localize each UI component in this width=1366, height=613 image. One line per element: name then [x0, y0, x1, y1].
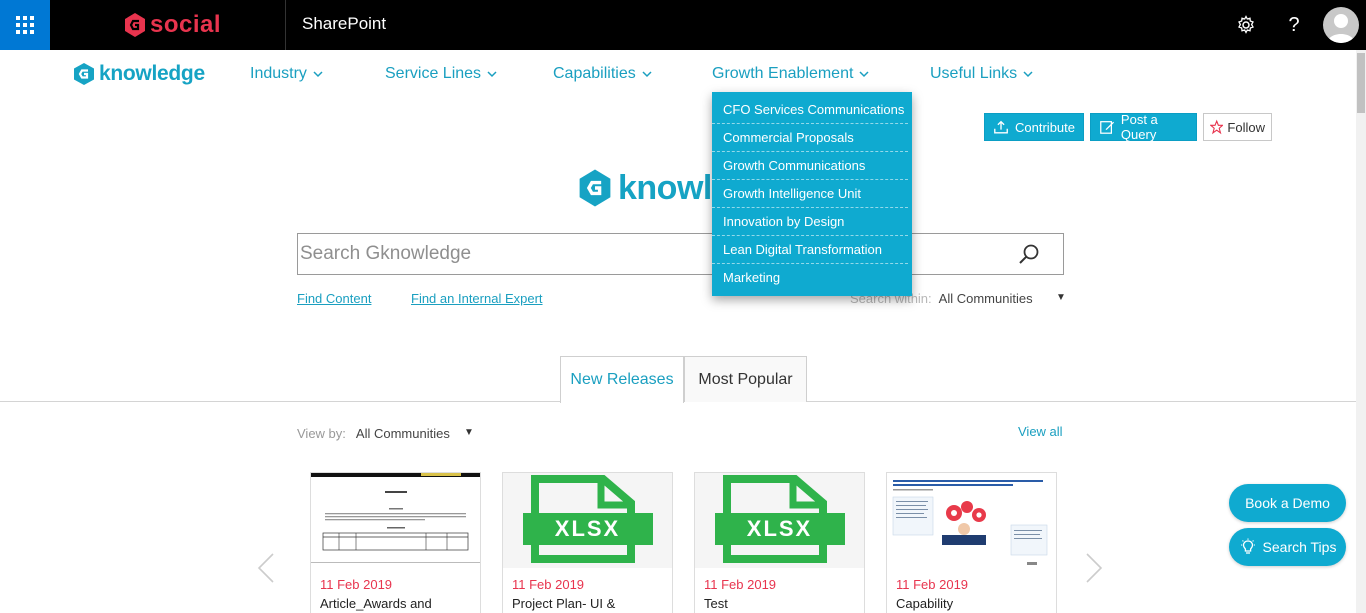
- card-date: 11 Feb 2019: [704, 577, 777, 592]
- tab-label: New Releases: [570, 371, 674, 388]
- upload-icon: [994, 120, 1008, 134]
- page-scrollbar[interactable]: [1356, 50, 1366, 613]
- contribute-button[interactable]: Contribute: [984, 113, 1084, 141]
- follow-button[interactable]: Follow: [1203, 113, 1272, 141]
- help-icon[interactable]: ?: [1282, 13, 1306, 37]
- nav-item-useful-links[interactable]: Useful Links: [930, 65, 1033, 83]
- content-card[interactable]: XLSX 11 Feb 2019 Test: [694, 472, 865, 613]
- search-icon[interactable]: [1017, 243, 1041, 267]
- card-title[interactable]: Capability: [896, 596, 953, 611]
- view-by-value: All Communities: [355, 426, 450, 441]
- edit-icon: [1100, 121, 1115, 134]
- nav-item-label: Capabilities: [553, 65, 636, 82]
- document-thumbnail: [311, 473, 480, 568]
- card-date: 11 Feb 2019: [320, 577, 393, 592]
- knowledge-logo-icon: [579, 169, 611, 207]
- search-tips-label: Search Tips: [1262, 539, 1337, 555]
- post-query-button[interactable]: Post a Query: [1090, 112, 1197, 142]
- xlsx-label: XLSX: [554, 516, 621, 541]
- dropdown-item-innovation-by-design[interactable]: Innovation by Design: [712, 208, 908, 236]
- dropdown-item-marketing[interactable]: Marketing: [712, 264, 908, 292]
- search-box: [297, 233, 1064, 275]
- nav-item-label: Useful Links: [930, 65, 1018, 82]
- card-title[interactable]: Test: [704, 596, 728, 611]
- knowledge-logo-text: knowledge: [99, 62, 205, 85]
- view-by-select[interactable]: View by: All Communities: [297, 426, 450, 441]
- search-within-value: All Communities: [938, 291, 1033, 306]
- content-card[interactable]: XLSX 11 Feb 2019 Project Plan- UI &: [502, 472, 673, 613]
- tab-new-releases[interactable]: New Releases: [560, 356, 684, 403]
- social-logo[interactable]: social: [124, 10, 221, 40]
- book-demo-button[interactable]: Book a Demo: [1229, 484, 1346, 522]
- chevron-down-icon: [313, 71, 323, 78]
- caret-down-icon[interactable]: ▼: [1056, 292, 1066, 303]
- search-tips-button[interactable]: Search Tips: [1229, 528, 1346, 566]
- card-title[interactable]: Article_Awards and: [320, 596, 432, 611]
- dropdown-item-commercial-proposals[interactable]: Commercial Proposals: [712, 124, 908, 152]
- hero-logo: knowle: [578, 168, 731, 208]
- growth-enablement-dropdown: CFO Services Communications Commercial P…: [712, 92, 912, 296]
- follow-label: Follow: [1227, 119, 1265, 135]
- xlsx-file-icon: XLSX: [503, 473, 672, 568]
- view-all-link[interactable]: View all: [1018, 424, 1063, 439]
- find-expert-link[interactable]: Find an Internal Expert: [411, 291, 543, 306]
- card-title[interactable]: Project Plan- UI &: [512, 596, 615, 611]
- knowledge-logo-icon: [74, 63, 94, 85]
- card-date: 11 Feb 2019: [512, 577, 585, 592]
- dropdown-item-cfo-services[interactable]: CFO Services Communications: [712, 96, 908, 124]
- card-date: 11 Feb 2019: [896, 577, 969, 592]
- find-content-link[interactable]: Find Content: [297, 291, 371, 306]
- chevron-right-icon[interactable]: [1084, 552, 1104, 584]
- xlsx-file-icon: XLSX: [695, 473, 864, 568]
- chevron-left-icon[interactable]: [256, 552, 276, 584]
- infographic-thumbnail: [887, 473, 1056, 568]
- knowledge-logo[interactable]: knowledge: [73, 62, 205, 86]
- lightbulb-icon: [1240, 538, 1255, 554]
- content-card[interactable]: 11 Feb 2019 Article_Awards and: [310, 472, 481, 613]
- chevron-down-icon: [487, 71, 497, 78]
- tab-label: Most Popular: [698, 370, 793, 388]
- star-icon: [1210, 119, 1224, 135]
- chevron-down-icon: [642, 71, 652, 78]
- gear-icon[interactable]: [1234, 13, 1258, 37]
- social-logo-icon: [125, 13, 145, 37]
- social-brand-text: social: [150, 11, 222, 38]
- nav-item-capabilities[interactable]: Capabilities: [553, 65, 652, 83]
- book-demo-label: Book a Demo: [1245, 495, 1330, 511]
- dropdown-item-growth-communications[interactable]: Growth Communications: [712, 152, 908, 180]
- scrollbar-thumb[interactable]: [1357, 53, 1365, 113]
- contribute-label: Contribute: [1015, 119, 1075, 135]
- content-card[interactable]: 11 Feb 2019 Capability: [886, 472, 1057, 613]
- view-by-label: View by:: [297, 426, 346, 441]
- chevron-down-icon: [859, 71, 869, 78]
- nav-item-service-lines[interactable]: Service Lines: [385, 65, 497, 83]
- app-title[interactable]: SharePoint: [302, 14, 386, 34]
- xlsx-label: XLSX: [746, 516, 813, 541]
- tab-most-popular[interactable]: Most Popular: [684, 356, 807, 402]
- chevron-down-icon: [1023, 71, 1033, 78]
- waffle-icon[interactable]: [0, 0, 50, 50]
- dropdown-item-growth-intelligence[interactable]: Growth Intelligence Unit: [712, 180, 908, 208]
- suite-divider: [285, 0, 286, 50]
- caret-down-icon[interactable]: ▼: [464, 427, 474, 438]
- nav-item-growth-enablement[interactable]: Growth Enablement: [712, 65, 869, 83]
- suite-bar: social SharePoint ?: [0, 0, 1366, 50]
- post-query-label: Post a Query: [1120, 112, 1158, 142]
- nav-item-label: Service Lines: [385, 65, 482, 82]
- nav-item-industry[interactable]: Industry: [250, 65, 323, 83]
- avatar[interactable]: [1323, 7, 1359, 43]
- dropdown-item-lean-digital[interactable]: Lean Digital Transformation: [712, 236, 908, 264]
- nav-item-label: Industry: [250, 65, 307, 82]
- nav-item-label: Growth Enablement: [712, 65, 854, 82]
